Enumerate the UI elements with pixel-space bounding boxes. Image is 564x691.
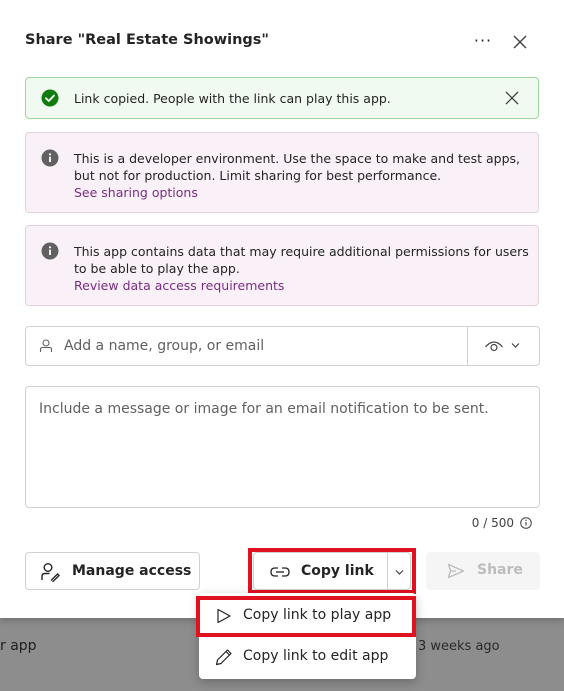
more-options-button[interactable]: ···: [472, 30, 494, 52]
chevron-down-icon: [395, 570, 404, 575]
chevron-down-icon: [511, 343, 520, 348]
link-icon: [270, 567, 290, 577]
eye-icon: [485, 341, 503, 352]
character-count: 0 / 500: [471, 516, 514, 530]
copy-link-menu: Copy link to play app Copy link to edit …: [199, 593, 416, 679]
person-icon: [39, 339, 53, 352]
pencil-icon: [215, 649, 232, 666]
info-outline-icon: [520, 517, 532, 529]
close-icon: [513, 35, 527, 49]
message-input[interactable]: [26, 387, 539, 507]
copy-link-label: Copy link: [301, 563, 374, 579]
copy-link-to-play-app-label: Copy link to play app: [243, 607, 392, 623]
see-sharing-options-link[interactable]: See sharing options: [74, 184, 529, 201]
data-permissions-message: This app contains data that may require …: [74, 244, 529, 276]
close-dialog-button[interactable]: [508, 30, 532, 54]
copy-link-to-edit-app-label: Copy link to edit app: [243, 648, 389, 664]
copy-link-to-edit-app-item[interactable]: Copy link to edit app: [199, 637, 416, 677]
manage-access-button[interactable]: Manage access: [25, 552, 200, 590]
play-icon: [217, 608, 231, 624]
manage-access-label: Manage access: [72, 563, 192, 579]
developer-environment-message: This is a developer environment. Use the…: [74, 151, 520, 183]
checkmark-circle-icon: [41, 89, 59, 107]
permission-dropdown-button[interactable]: [468, 327, 540, 365]
copy-link-to-play-app-item[interactable]: Copy link to play app: [199, 596, 416, 636]
copy-link-split-button: Copy link: [253, 552, 411, 590]
character-counter: 0 / 500: [472, 516, 532, 530]
share-label: Share: [477, 562, 523, 578]
data-permissions-banner: This app contains data that may require …: [25, 225, 539, 306]
message-box: [25, 386, 540, 508]
link-copied-message: Link copied. People with the link can pl…: [74, 91, 391, 106]
people-settings-icon: [41, 563, 60, 582]
background-modified-time: 3 weeks ago: [418, 639, 500, 654]
share-dialog: Share "Real Estate Showings" ··· Link co…: [0, 0, 564, 618]
info-icon: [41, 242, 59, 260]
info-icon: [41, 149, 59, 167]
dismiss-banner-icon[interactable]: [504, 90, 520, 106]
review-data-access-link[interactable]: Review data access requirements: [74, 277, 529, 294]
background-app-name: r app: [0, 638, 37, 654]
copy-link-button[interactable]: Copy link: [253, 552, 387, 590]
people-picker: [25, 326, 540, 366]
copy-link-dropdown-button[interactable]: [387, 552, 411, 590]
send-icon: [447, 563, 465, 579]
developer-environment-banner: This is a developer environment. Use the…: [25, 132, 539, 213]
link-copied-banner: Link copied. People with the link can pl…: [25, 77, 539, 119]
dialog-title: Share "Real Estate Showings": [25, 32, 269, 48]
people-search-input[interactable]: [64, 327, 484, 365]
share-button[interactable]: Share: [426, 552, 540, 590]
